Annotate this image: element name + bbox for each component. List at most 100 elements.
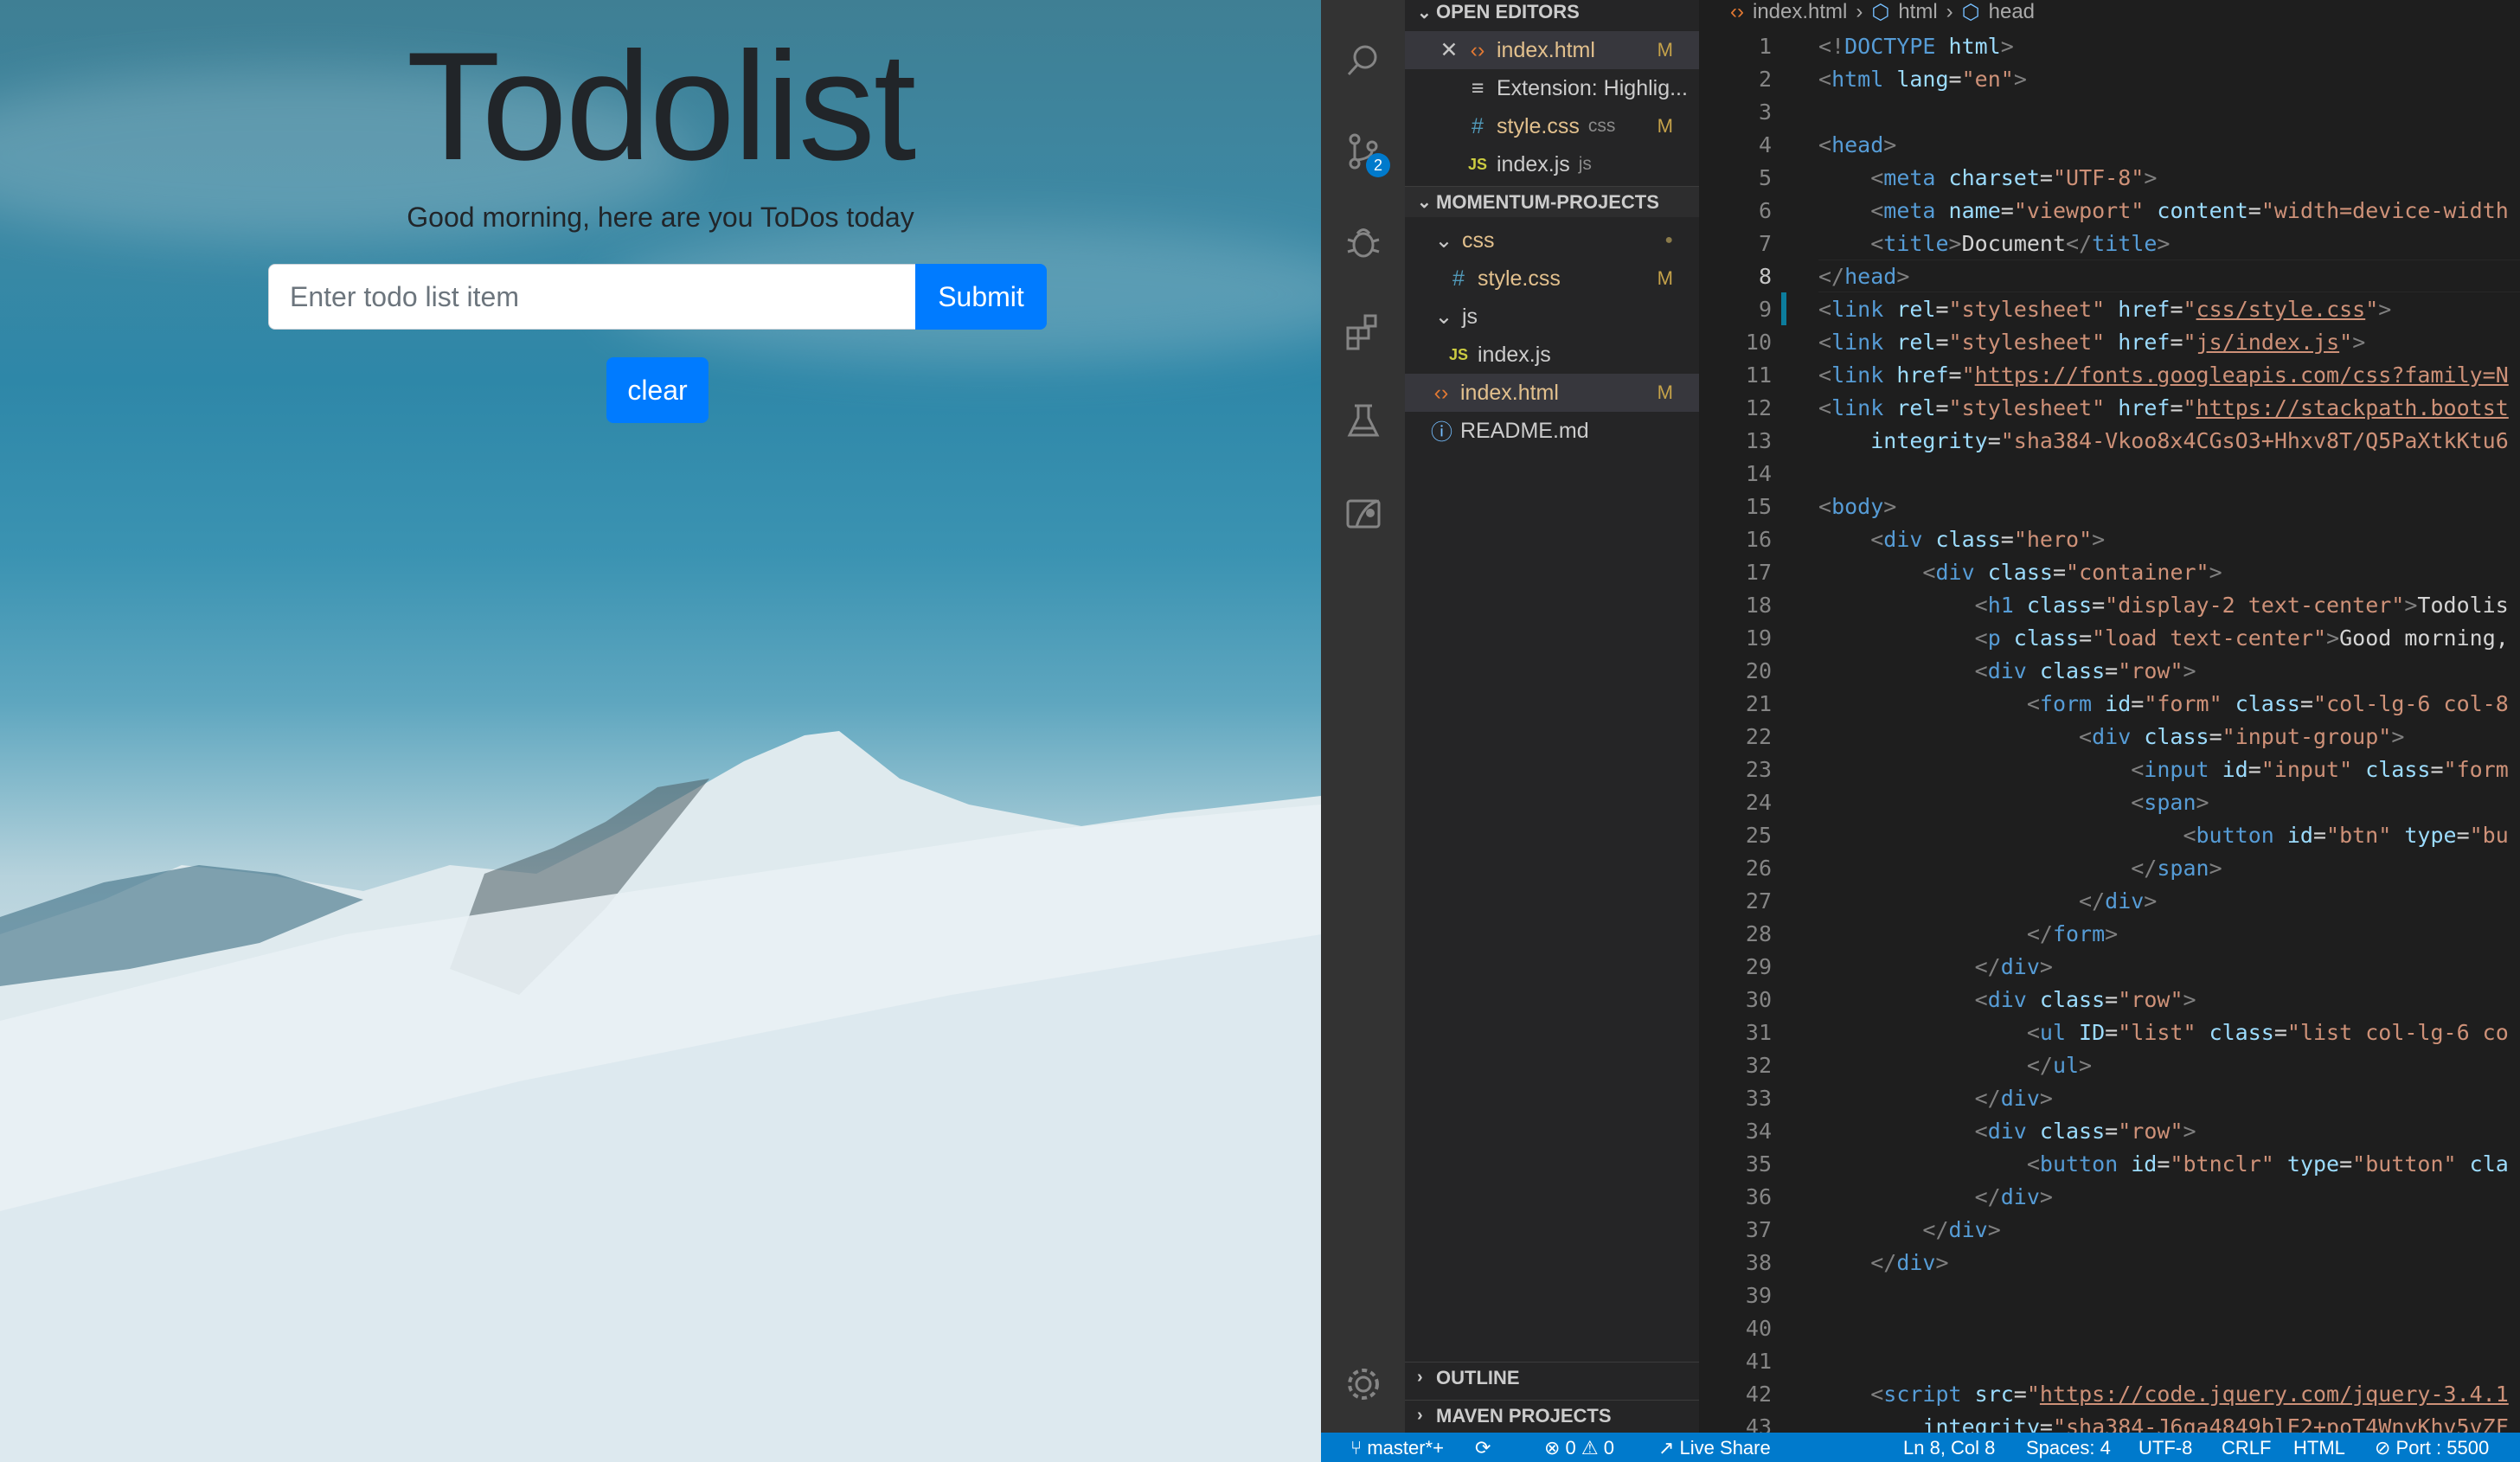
sync-icon[interactable]: ⟳ — [1475, 1437, 1491, 1459]
line-number: 10 — [1745, 329, 1772, 355]
language-mode[interactable]: HTML — [2293, 1437, 2345, 1459]
code-line: 28 </form> — [1699, 917, 2520, 950]
extensions-icon[interactable] — [1342, 310, 1385, 353]
code-line: 41 — [1699, 1344, 2520, 1377]
breadcrumb-item[interactable]: html — [1898, 0, 1937, 24]
code-text: <link rel="stylesheet" href="js/index.js… — [1818, 329, 2366, 355]
vscode-window: 2 ⌄ OPEN EDITORS ✕ ‹› index.html M ≡ Ext… — [1321, 0, 2520, 1462]
code-text: <title>Document</title> — [1870, 230, 2171, 256]
open-editors-header[interactable]: ⌄ OPEN EDITORS — [1405, 0, 1699, 28]
project-header[interactable]: ⌄ MOMENTUM-PROJECTS — [1405, 186, 1699, 217]
line-number: 4 — [1758, 131, 1772, 157]
todo-app-preview: Todolist Good morning, here are you ToDo… — [0, 0, 1321, 1462]
clear-button[interactable]: clear — [606, 357, 709, 423]
chevron-down-icon: ⌄ — [1434, 228, 1453, 253]
breadcrumb-item[interactable]: index.html — [1753, 0, 1847, 24]
code-editor[interactable]: ‹› index.html › ⬡ html › ⬡ head 1 <!DOCTY… — [1699, 0, 2520, 1433]
breadcrumb-item[interactable]: head — [1989, 0, 2035, 24]
code-text: <div class="input-group"> — [2079, 723, 2405, 749]
file-index-html[interactable]: ‹› index.html M — [1405, 374, 1699, 412]
remote-explorer-icon[interactable] — [1342, 490, 1385, 533]
git-branch[interactable]: ⑂ master*+ — [1350, 1437, 1444, 1459]
file-name: README.md — [1460, 418, 1589, 443]
html-file-icon: ‹› — [1433, 380, 1449, 405]
testing-icon[interactable] — [1342, 400, 1385, 443]
line-number: 37 — [1745, 1216, 1772, 1242]
open-editor-item[interactable]: ≡ Extension: Highlig... — [1405, 69, 1699, 107]
open-editor-item[interactable]: ✕ ‹› index.html M — [1405, 31, 1699, 69]
code-line: 19 <p class="load text-center">Good morn… — [1699, 621, 2520, 654]
modified-badge: M — [1657, 382, 1673, 403]
todo-input[interactable] — [268, 264, 917, 330]
line-number: 29 — [1745, 953, 1772, 979]
code-text: <button id="btnclr" type="button" cla — [2026, 1151, 2509, 1177]
line-number: 31 — [1745, 1019, 1772, 1045]
line-number: 7 — [1758, 230, 1772, 256]
code-line: 2 <html lang="en"> — [1699, 62, 2520, 95]
file-index-js[interactable]: JS index.js — [1405, 336, 1699, 374]
js-file-icon: JS — [1467, 155, 1488, 173]
code-line: 10 <link rel="stylesheet" href="js/index.… — [1699, 325, 2520, 358]
folder-name: css — [1462, 228, 1495, 253]
code-text: </div> — [2079, 888, 2158, 914]
code-line: 39 — [1699, 1279, 2520, 1311]
info-icon: ⓘ — [1431, 420, 1453, 445]
encoding[interactable]: UTF-8 — [2138, 1437, 2192, 1459]
code-line: 14 — [1699, 457, 2520, 490]
line-number: 13 — [1745, 427, 1772, 453]
breadcrumb: ‹› index.html › ⬡ html › ⬡ head — [1699, 0, 2520, 24]
cursor-position[interactable]: Ln 8, Col 8 — [1903, 1437, 1995, 1459]
folder-css[interactable]: ⌄ css ● — [1405, 221, 1699, 260]
html-file-icon: ‹› — [1730, 0, 1744, 23]
line-number: 6 — [1758, 197, 1772, 223]
line-number: 20 — [1745, 657, 1772, 683]
chevron-down-icon: ⌄ — [1417, 193, 1432, 212]
outline-header[interactable]: › OUTLINE — [1405, 1362, 1699, 1393]
line-number: 42 — [1745, 1381, 1772, 1407]
problems-indicator[interactable]: ⊗ 0 ⚠ 0 — [1544, 1437, 1614, 1459]
code-line: 27 </div> — [1699, 884, 2520, 917]
line-number: 30 — [1745, 986, 1772, 1012]
code-line: 12 <link rel="stylesheet" href="https://s… — [1699, 391, 2520, 424]
code-line: 6 <meta name="viewport" content="width=d… — [1699, 194, 2520, 227]
code-text: <link rel="stylesheet" href="https://sta… — [1818, 394, 2509, 420]
code-line: 35 <button id="btnclr" type="button" cla — [1699, 1147, 2520, 1180]
live-server-port[interactable]: ⊘ Port : 5500 — [2375, 1437, 2489, 1459]
code-line: 23 <input id="input" class="form — [1699, 753, 2520, 786]
code-line: 18 <h1 class="display-2 text-center">Tod… — [1699, 588, 2520, 621]
file-name: style.css — [1497, 113, 1580, 138]
folder-js[interactable]: ⌄ js — [1405, 298, 1699, 336]
code-text: <html lang="en"> — [1818, 66, 2027, 92]
chevron-right-icon: › — [1856, 0, 1863, 23]
code-text: <h1 class="display-2 text-center">Todoli… — [1974, 592, 2509, 618]
file-style-css[interactable]: # style.css M — [1405, 260, 1699, 298]
open-editor-item[interactable]: JS index.js js — [1405, 145, 1699, 183]
greeting-text: Good morning, here are you ToDos today — [407, 202, 914, 233]
line-number: 26 — [1745, 855, 1772, 881]
file-readme[interactable]: ⓘ README.md — [1405, 412, 1699, 450]
explorer-sidebar: ⌄ OPEN EDITORS ✕ ‹› index.html M ≡ Exten… — [1405, 0, 1699, 1433]
search-icon[interactable] — [1342, 39, 1385, 82]
settings-gear-icon[interactable] — [1342, 1363, 1385, 1406]
line-number: 21 — [1745, 690, 1772, 716]
source-control-badge: 2 — [1366, 153, 1390, 177]
code-line: 31 <ul ID="list" class="list col-lg-6 co — [1699, 1016, 2520, 1048]
line-number: 33 — [1745, 1085, 1772, 1111]
live-share-button[interactable]: ↗ Live Share — [1658, 1437, 1771, 1459]
line-number: 16 — [1745, 526, 1772, 552]
debug-icon[interactable] — [1342, 220, 1385, 263]
code-text: <link rel="stylesheet" href="css/style.c… — [1818, 296, 2392, 322]
file-name: index.html — [1497, 37, 1595, 62]
open-editor-item[interactable]: # style.css css M — [1405, 107, 1699, 145]
indentation[interactable]: Spaces: 4 — [2026, 1437, 2111, 1459]
submit-button[interactable]: Submit — [915, 264, 1047, 330]
code-line: 38 </div> — [1699, 1246, 2520, 1279]
maven-projects-header[interactable]: › MAVEN PROJECTS — [1405, 1400, 1699, 1431]
line-number: 32 — [1745, 1052, 1772, 1078]
code-line: 34 <div class="row"> — [1699, 1114, 2520, 1147]
modified-badge: M — [1657, 39, 1673, 61]
line-number: 14 — [1745, 460, 1772, 486]
line-ending[interactable]: CRLF — [2222, 1437, 2271, 1459]
close-icon[interactable]: ✕ — [1440, 37, 1459, 63]
file-name: index.js — [1497, 151, 1570, 176]
